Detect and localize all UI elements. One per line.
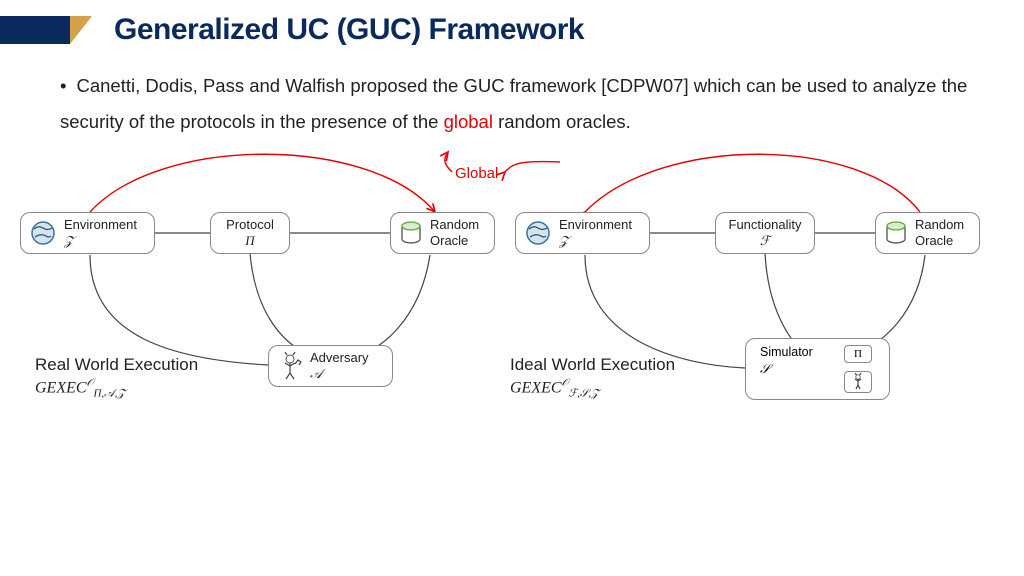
sim-sub: 𝒮 bbox=[760, 361, 770, 377]
bullet-post: random oracles. bbox=[493, 111, 631, 132]
adv-label: Adversary bbox=[310, 350, 369, 365]
proto-label: Protocol bbox=[226, 217, 274, 232]
devil-icon bbox=[851, 373, 865, 391]
node-environment-left: Environment𝒵 bbox=[20, 212, 155, 254]
real-sym: GEXEC bbox=[35, 379, 87, 396]
globe-icon bbox=[524, 219, 552, 247]
env2-label: Environment bbox=[559, 217, 632, 232]
header: Generalized UC (GUC) Framework bbox=[0, 0, 1024, 60]
node-simulator: Simulator 𝒮 Π bbox=[745, 338, 890, 400]
env1-sub: 𝒵 bbox=[64, 233, 74, 248]
database-icon bbox=[884, 220, 908, 246]
sim-mini-adv bbox=[844, 371, 872, 393]
bullet-red: global bbox=[444, 111, 493, 132]
ideal-sym: GEXEC bbox=[510, 379, 562, 396]
node-functionality: Functionalityℱ bbox=[715, 212, 815, 254]
bullet-text: •Canetti, Dodis, Pass and Walfish propos… bbox=[0, 60, 1024, 140]
header-accent-bar bbox=[0, 16, 70, 44]
devil-icon bbox=[277, 351, 303, 381]
database-icon bbox=[399, 220, 423, 246]
env2-sub: 𝒵 bbox=[559, 233, 569, 248]
real-title: Real World Execution bbox=[35, 355, 198, 374]
global-label: Global bbox=[455, 165, 498, 182]
globe-icon bbox=[29, 219, 57, 247]
sim-mini-pi: Π bbox=[844, 345, 872, 363]
func-label: Functionality bbox=[729, 217, 802, 232]
node-adversary: Adversary𝒜 bbox=[268, 345, 393, 387]
sim-label: Simulator bbox=[760, 345, 813, 359]
slide-title: Generalized UC (GUC) Framework bbox=[114, 13, 584, 47]
node-environment-right: Environment𝒵 bbox=[515, 212, 650, 254]
real-sub: Π,𝒜,𝒵 bbox=[93, 388, 125, 400]
node-random-oracle-right: Random Oracle bbox=[875, 212, 980, 254]
func-sub: ℱ bbox=[760, 233, 770, 248]
diagram-canvas: Global Environment𝒵 ProtocolΠ Random Ora… bbox=[0, 140, 1024, 570]
ideal-sub: ℱ,𝒮,𝒵 bbox=[568, 388, 599, 400]
real-world-label: Real World Execution GEXEC𝒪Π,𝒜,𝒵 bbox=[35, 355, 198, 401]
ideal-title: Ideal World Execution bbox=[510, 355, 675, 374]
ro2-label: Random Oracle bbox=[915, 217, 964, 250]
node-random-oracle-left: Random Oracle bbox=[390, 212, 495, 254]
ideal-world-label: Ideal World Execution GEXEC𝒪ℱ,𝒮,𝒵 bbox=[510, 355, 675, 401]
header-accent-triangle bbox=[70, 16, 92, 44]
adv-sub: 𝒜 bbox=[310, 366, 322, 381]
proto-sub: Π bbox=[245, 233, 254, 248]
ro1-label: Random Oracle bbox=[430, 217, 479, 250]
node-protocol: ProtocolΠ bbox=[210, 212, 290, 254]
env1-label: Environment bbox=[64, 217, 137, 232]
